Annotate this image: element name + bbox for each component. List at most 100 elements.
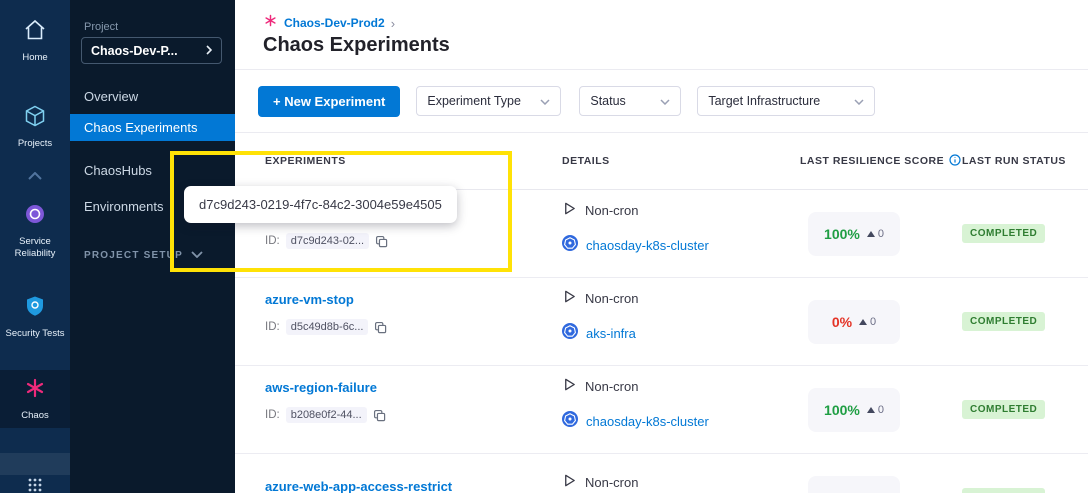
infrastructure-link[interactable]: chaosday-k8s-cluster	[586, 414, 709, 429]
filter-status[interactable]: Status	[579, 86, 681, 116]
column-header-score: LAST RESILIENCE SCORE	[800, 154, 962, 169]
resilience-score-box	[808, 476, 900, 493]
sidebar-footer-strip	[0, 453, 70, 475]
play-icon	[562, 473, 577, 493]
chevron-down-icon	[540, 94, 550, 108]
copy-icon[interactable]	[373, 409, 386, 422]
page-header: Chaos-Dev-Prod2 › Chaos Experiments	[235, 0, 1088, 70]
sidebar-item-chaos-experiments[interactable]: Chaos Experiments	[70, 114, 235, 141]
sidebar-item-label: Home	[22, 52, 47, 64]
trend-up-icon	[867, 231, 875, 237]
apps-grid-icon[interactable]	[0, 477, 70, 493]
chevron-down-icon	[854, 94, 864, 108]
chaos-icon	[23, 376, 47, 405]
schedule-type: Non-cron	[585, 291, 638, 306]
sidebar-item-projects[interactable]: Projects	[0, 98, 70, 156]
app-window: Home Projects Service Reliability Securi…	[0, 0, 1088, 493]
project-sidebar: Project Chaos-Dev-P... Overview Chaos Ex…	[70, 0, 235, 493]
experiment-id-label: ID:	[265, 409, 280, 421]
experiment-id-value[interactable]: b208e0f2-44...	[286, 407, 367, 423]
status-badge: COMPLETED	[962, 224, 1045, 243]
score-delta: 0	[859, 316, 876, 328]
experiment-id-label: ID:	[265, 321, 280, 333]
experiment-row[interactable]: azure-vm-stop ID: d5c49d8b-6c... Non-cro…	[235, 278, 1088, 366]
experiment-row[interactable]: azure-web-app-access-restrict Non-cron C…	[235, 454, 1088, 493]
chevron-down-icon	[191, 250, 203, 261]
sidebar-item-chaos[interactable]: Chaos	[0, 370, 70, 428]
nav-collapse-chevron[interactable]	[0, 165, 70, 187]
sidebar-item-service-reliability[interactable]: Service Reliability	[0, 196, 70, 266]
play-icon	[562, 377, 577, 397]
copy-icon[interactable]	[374, 321, 387, 334]
page-title: Chaos Experiments	[263, 34, 450, 57]
schedule-type: Non-cron	[585, 475, 638, 490]
status-badge: COMPLETED	[962, 488, 1045, 493]
copy-icon[interactable]	[375, 235, 388, 248]
project-section-label: Project	[84, 21, 118, 33]
column-header-status: LAST RUN STATUS	[962, 155, 1088, 167]
experiment-row[interactable]: aws-region-failure ID: b208e0f2-44... No…	[235, 366, 1088, 454]
play-icon	[562, 289, 577, 309]
filter-label: Experiment Type	[427, 94, 521, 108]
experiment-name-link[interactable]: aws-region-failure	[265, 380, 377, 395]
experiment-id-tooltip: d7c9d243-0219-4f7c-84c2-3004e59e4505	[184, 186, 457, 223]
filter-target-infrastructure[interactable]: Target Infrastructure	[697, 86, 875, 116]
project-setup-label: PROJECT SETUP	[84, 250, 183, 261]
filter-label: Status	[590, 94, 625, 108]
main-content: Chaos-Dev-Prod2 › Chaos Experiments + Ne…	[235, 0, 1088, 493]
experiment-name-link[interactable]: azure-web-app-access-restrict	[265, 479, 452, 493]
toolbar: + New Experiment Experiment Type Status …	[235, 70, 1088, 133]
sidebar-item-security-tests[interactable]: Security Tests	[0, 288, 70, 346]
resilience-score-box: 100% 0	[808, 388, 900, 432]
home-icon	[23, 18, 47, 47]
sidebar-item-label: Projects	[18, 138, 52, 150]
column-header-experiments: EXPERIMENTS	[265, 155, 562, 167]
new-experiment-button[interactable]: + New Experiment	[258, 86, 400, 117]
resilience-score: 100%	[824, 402, 860, 418]
project-selector-value: Chaos-Dev-P...	[91, 44, 178, 58]
sidebar-item-chaoshubs[interactable]: ChaosHubs	[70, 157, 235, 184]
sidebar-item-label: Service Reliability	[2, 236, 68, 260]
resilience-score-box: 0% 0	[808, 300, 900, 344]
kubernetes-icon	[562, 411, 578, 432]
column-header-score-label: LAST RESILIENCE SCORE	[800, 155, 944, 167]
column-header-details: DETAILS	[562, 155, 800, 167]
experiment-id-label: ID:	[265, 235, 280, 247]
chaos-module-icon	[263, 13, 278, 33]
trend-up-icon	[867, 407, 875, 413]
projects-icon	[23, 104, 47, 133]
experiment-id-value[interactable]: d5c49d8b-6c...	[286, 319, 369, 335]
kubernetes-icon	[562, 323, 578, 344]
sidebar-item-overview[interactable]: Overview	[70, 83, 235, 110]
resilience-score: 100%	[824, 226, 860, 242]
play-icon	[562, 201, 577, 221]
infrastructure-link[interactable]: aks-infra	[586, 326, 636, 341]
sidebar-item-home[interactable]: Home	[0, 12, 70, 70]
security-tests-icon	[23, 294, 47, 323]
schedule-type: Non-cron	[585, 203, 638, 218]
sidebar-item-label: Chaos	[21, 410, 48, 422]
experiment-id-value[interactable]: d7c9d243-02...	[286, 233, 369, 249]
breadcrumb-separator: ›	[391, 16, 395, 31]
trend-up-icon	[859, 319, 867, 325]
infrastructure-link[interactable]: chaosday-k8s-cluster	[586, 238, 709, 253]
chevron-down-icon	[660, 94, 670, 108]
filter-experiment-type[interactable]: Experiment Type	[416, 86, 561, 116]
experiment-name-link[interactable]: azure-vm-stop	[265, 292, 354, 307]
breadcrumb-project-link[interactable]: Chaos-Dev-Prod2	[284, 16, 385, 30]
status-badge: COMPLETED	[962, 312, 1045, 331]
chevron-up-icon	[28, 167, 42, 185]
module-sidebar: Home Projects Service Reliability Securi…	[0, 0, 70, 493]
status-badge: COMPLETED	[962, 400, 1045, 419]
info-icon[interactable]	[949, 154, 961, 169]
resilience-score-box: 100% 0	[808, 212, 900, 256]
service-reliability-icon	[23, 202, 47, 231]
kubernetes-icon	[562, 235, 578, 256]
table-header-row: EXPERIMENTS DETAILS LAST RESILIENCE SCOR…	[235, 133, 1088, 190]
score-delta: 0	[867, 228, 884, 240]
project-selector[interactable]: Chaos-Dev-P...	[81, 37, 222, 64]
project-setup-toggle[interactable]: PROJECT SETUP	[84, 250, 203, 261]
chevron-right-icon	[206, 44, 212, 58]
sidebar-item-label: Security Tests	[6, 328, 65, 340]
resilience-score: 0%	[832, 314, 852, 330]
